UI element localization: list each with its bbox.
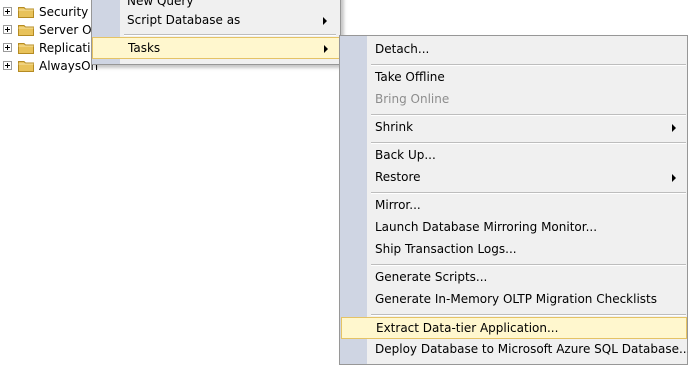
submenu-arrow-icon: [672, 124, 676, 132]
menu-item-script-database-as[interactable]: Script Database as: [94, 10, 338, 32]
expand-plus-icon[interactable]: [3, 61, 12, 70]
database-context-menu: New Query Script Database as Tasks: [91, 0, 341, 65]
menu-item-extract-data-tier-application[interactable]: Extract Data-tier Application...: [341, 317, 687, 339]
menu-item-back-up[interactable]: Back Up...: [342, 145, 686, 167]
menu-item-label: Back Up...: [375, 148, 436, 162]
menu-item-label: Take Offline: [375, 70, 445, 84]
menu-item-label: Shrink: [375, 120, 414, 134]
menu-item-deploy-to-azure-sql[interactable]: Deploy Database to Microsoft Azure SQL D…: [342, 339, 688, 361]
menu-item-generate-scripts[interactable]: Generate Scripts...: [342, 267, 686, 289]
folder-icon: [18, 61, 34, 72]
menu-item-label: Detach...: [375, 42, 430, 56]
menu-item-label: Deploy Database to Microsoft Azure SQL D…: [375, 342, 688, 356]
tree-node-server-objects[interactable]: Server Ob: [0, 21, 100, 39]
tree-node-replication[interactable]: Replicatio: [0, 39, 100, 57]
tree-node-security[interactable]: Security: [0, 3, 100, 21]
submenu-arrow-icon: [323, 17, 327, 25]
tree-node-label: AlwaysOn: [39, 59, 99, 73]
menu-item-detach[interactable]: Detach...: [342, 39, 686, 61]
menu-item-tasks[interactable]: Tasks: [92, 37, 340, 59]
tree-node-alwayson[interactable]: AlwaysOn: [0, 57, 100, 75]
folder-icon: [18, 43, 34, 54]
tree-node-label: Security: [39, 5, 89, 19]
menu-item-ship-transaction-logs[interactable]: Ship Transaction Logs...: [342, 239, 686, 261]
menu-separator: [371, 264, 686, 266]
menu-item-restore[interactable]: Restore: [342, 167, 686, 189]
menu-separator: [371, 114, 686, 116]
submenu-arrow-icon: [672, 174, 676, 182]
menu-separator: [371, 64, 686, 66]
menu-item-shrink[interactable]: Shrink: [342, 117, 686, 139]
tasks-submenu: Detach... Take Offline Bring Online Shri…: [339, 35, 688, 365]
menu-item-label: Mirror...: [375, 198, 421, 212]
menu-item-label: Tasks: [128, 41, 161, 55]
menu-item-label: Ship Transaction Logs...: [375, 242, 517, 256]
menu-item-label: Generate In-Memory OLTP Migration Checkl…: [375, 292, 657, 306]
menu-item-label: Script Database as: [127, 13, 241, 27]
submenu-arrow-icon: [324, 45, 328, 53]
menu-item-label: Extract Data-tier Application...: [376, 321, 559, 335]
folder-icon: [18, 25, 34, 36]
menu-separator: [371, 314, 686, 316]
menu-separator: [371, 142, 686, 144]
menu-item-label: Launch Database Mirroring Monitor...: [375, 220, 598, 234]
folder-icon: [18, 7, 34, 18]
menu-item-label: Restore: [375, 170, 421, 184]
menu-item-take-offline[interactable]: Take Offline: [342, 67, 686, 89]
menu-item-launch-mirroring-monitor[interactable]: Launch Database Mirroring Monitor...: [342, 217, 686, 239]
menu-item-label: Generate Scripts...: [375, 270, 488, 284]
tree-node-label: Replicatio: [39, 41, 98, 55]
expand-plus-icon[interactable]: [3, 7, 12, 16]
menu-separator: [124, 34, 336, 36]
menu-item-label: Bring Online: [375, 92, 450, 106]
menu-item-mirror[interactable]: Mirror...: [342, 195, 686, 217]
menu-item-bring-online: Bring Online: [342, 89, 686, 111]
menu-item-generate-oltp-checklists[interactable]: Generate In-Memory OLTP Migration Checkl…: [342, 289, 686, 311]
menu-separator: [371, 192, 686, 194]
expand-plus-icon[interactable]: [3, 43, 12, 52]
expand-plus-icon[interactable]: [3, 25, 12, 34]
